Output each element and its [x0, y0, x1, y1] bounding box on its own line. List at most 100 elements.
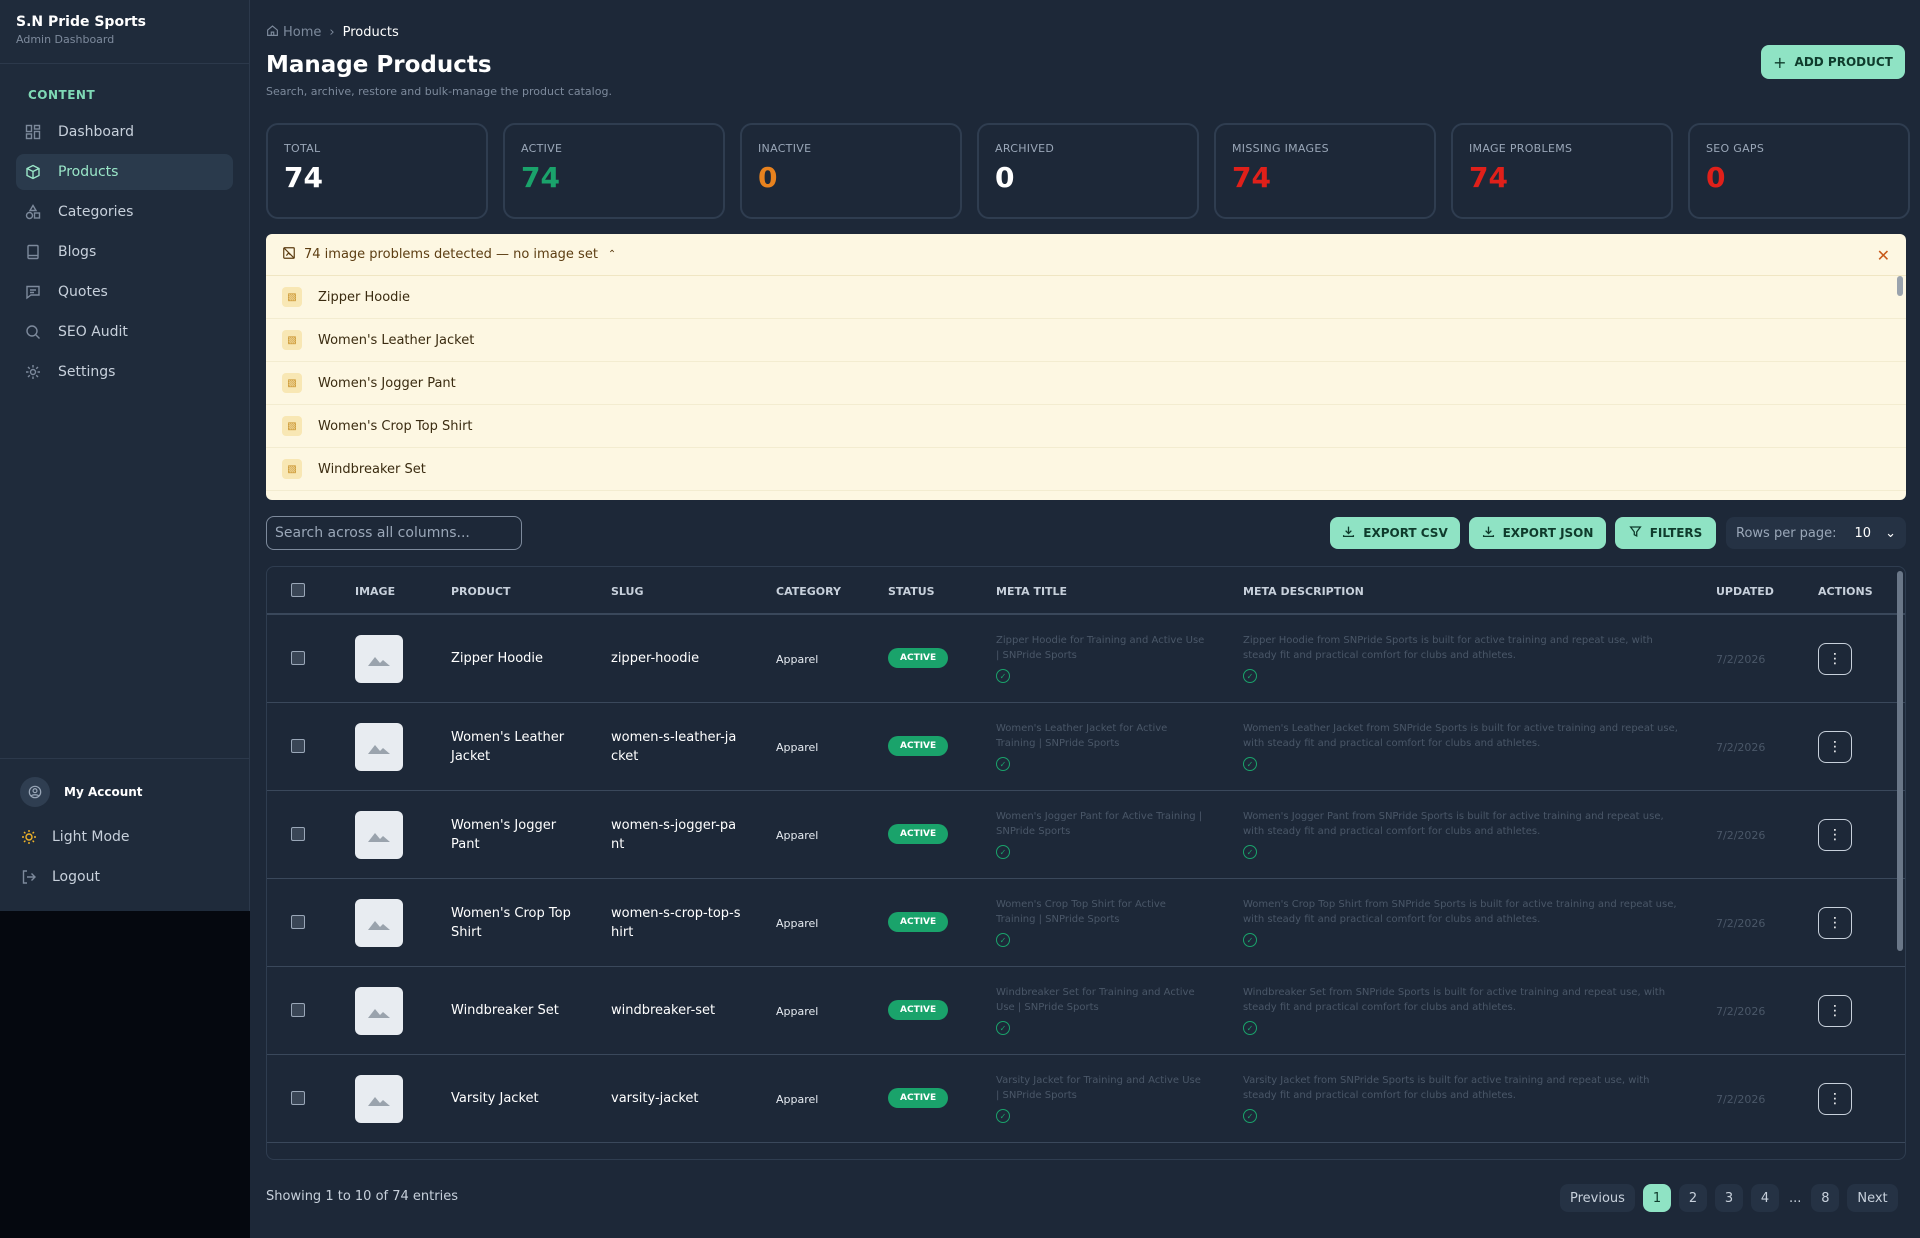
row-actions-button[interactable]: ⋮ — [1818, 995, 1852, 1027]
more-vertical-icon: ⋮ — [1828, 651, 1842, 667]
download-icon — [1342, 525, 1355, 541]
alert-header[interactable]: 74 image problems detected — no image se… — [266, 234, 1906, 276]
header-meta-description[interactable]: META DESCRIPTION — [1243, 585, 1364, 598]
alert-item[interactable]: ▧ Women's Leather Jacket — [266, 319, 1906, 362]
product-slug: women-s-jogger-pant — [611, 817, 737, 853]
meta-title: Windbreaker Set for Training and Active … — [996, 987, 1195, 1013]
pagination-info: Showing 1 to 10 of 74 entries — [266, 1189, 458, 1204]
sidebar-footer: My Account Light Mode Logout — [0, 758, 250, 897]
export-csv-button[interactable]: EXPORT CSV — [1330, 517, 1460, 549]
search-input[interactable] — [266, 516, 522, 550]
sidebar-item-settings[interactable]: Settings — [16, 354, 233, 390]
product-name[interactable]: Windbreaker Set — [451, 967, 581, 1055]
header-status[interactable]: STATUS — [888, 585, 935, 598]
header-category[interactable]: CATEGORY — [776, 585, 841, 598]
alert-item[interactable]: ▧ Zipper Hoodie — [266, 276, 1906, 319]
previous-page-button[interactable]: Previous — [1560, 1184, 1635, 1212]
stat-label: MISSING IMAGES — [1232, 142, 1329, 155]
product-slug: women-s-leather-jacket — [611, 729, 737, 765]
status-badge: ACTIVE — [888, 824, 949, 844]
table-row[interactable]: Women's Crop Top Shirt women-s-crop-top-s… — [267, 879, 1905, 967]
row-checkbox[interactable] — [291, 651, 305, 665]
brand: S.N Pride Sports Admin Dashboard — [0, 0, 249, 64]
stat-total: TOTAL 74 — [266, 123, 488, 219]
stat-label: ARCHIVED — [995, 142, 1055, 155]
header-image: IMAGE — [355, 585, 396, 598]
table-row[interactable]: Women's Leather Jacket women-s-leather-ja… — [267, 703, 1905, 791]
select-all-checkbox[interactable] — [291, 583, 305, 597]
page-button-3[interactable]: 3 — [1714, 1184, 1743, 1212]
stat-inactive: INACTIVE 0 — [740, 123, 962, 219]
row-checkbox[interactable] — [291, 1091, 305, 1105]
table-row[interactable]: Varsity Jacket varsity-jacket Apparel ACTIV… — [267, 1055, 1905, 1143]
export-json-button[interactable]: EXPORT JSON — [1469, 517, 1606, 549]
meta-title: Women's Crop Top Shirt for Active Traini… — [996, 899, 1166, 925]
brand-subtitle: Admin Dashboard — [16, 33, 115, 46]
close-icon[interactable]: ✕ — [1877, 246, 1890, 265]
row-actions-button[interactable]: ⋮ — [1818, 731, 1852, 763]
product-name[interactable]: Women's Leather Jacket — [451, 703, 581, 791]
product-name[interactable]: Women's Jogger Pant — [451, 791, 581, 879]
row-checkbox[interactable] — [291, 739, 305, 753]
sidebar: S.N Pride Sports Admin Dashboard CONTENT… — [0, 0, 250, 911]
sidebar-item-label: Settings — [58, 364, 116, 380]
light-mode-toggle[interactable]: Light Mode — [20, 817, 230, 857]
logout-button[interactable]: Logout — [20, 857, 230, 897]
updated-date: 7/2/2026 — [1716, 829, 1766, 842]
image-off-icon — [282, 246, 296, 264]
check-circle-icon: ✓ — [996, 845, 1010, 859]
sidebar-item-blogs[interactable]: Blogs — [16, 234, 233, 270]
home-icon — [266, 24, 279, 41]
page-button-1[interactable]: 1 — [1642, 1184, 1671, 1212]
meta-description-cell: Women's Jogger Pant from SNPride Sports … — [1243, 809, 1683, 859]
more-vertical-icon: ⋮ — [1828, 827, 1842, 843]
meta-title: Varsity Jacket for Training and Active U… — [996, 1075, 1201, 1101]
header-updated[interactable]: UPDATED — [1716, 585, 1774, 598]
image-placeholder-icon — [355, 899, 403, 947]
image-placeholder-icon — [355, 987, 403, 1035]
table-row[interactable]: Zipper Hoodie zipper-hoodie Apparel ACTIVE Z… — [267, 615, 1905, 703]
table-scrollbar[interactable] — [1897, 571, 1903, 951]
add-product-button[interactable]: + ADD PRODUCT — [1761, 45, 1905, 79]
my-account[interactable]: My Account — [20, 777, 230, 807]
row-checkbox[interactable] — [291, 827, 305, 841]
product-name[interactable]: Women's Crop Top Shirt — [451, 879, 581, 967]
sidebar-item-categories[interactable]: Categories — [16, 194, 233, 230]
row-actions-button[interactable]: ⋮ — [1818, 1083, 1852, 1115]
page-button-4[interactable]: 4 — [1750, 1184, 1779, 1212]
rows-per-page-select[interactable]: Rows per page: 10 ⌄ — [1726, 517, 1906, 549]
sidebar-item-seo-audit[interactable]: SEO Audit — [16, 314, 233, 350]
stat-label: TOTAL — [284, 142, 321, 155]
row-actions-button[interactable]: ⋮ — [1818, 643, 1852, 675]
page-button-2[interactable]: 2 — [1678, 1184, 1707, 1212]
alert-scrollbar[interactable] — [1897, 276, 1903, 296]
meta-description: Zipper Hoodie from SNPride Sports is bui… — [1243, 635, 1653, 661]
header-slug[interactable]: SLUG — [611, 585, 644, 598]
alert-item[interactable]: ▧ Women's Jogger Pant — [266, 362, 1906, 405]
meta-title-cell: Women's Crop Top Shirt for Active Traini… — [996, 897, 1206, 947]
alert-item[interactable]: ▧ Women's Crop Top Shirt — [266, 405, 1906, 448]
row-checkbox[interactable] — [291, 915, 305, 929]
stat-value: 0 — [758, 161, 778, 194]
dashboard-icon — [24, 123, 42, 141]
header-product[interactable]: PRODUCT — [451, 585, 511, 598]
sidebar-item-products[interactable]: Products — [16, 154, 233, 190]
next-page-button[interactable]: Next — [1847, 1184, 1898, 1212]
filters-button[interactable]: FILTERS — [1615, 517, 1716, 549]
sidebar-item-quotes[interactable]: Quotes — [16, 274, 233, 310]
header-meta-title[interactable]: META TITLE — [996, 585, 1067, 598]
page-button-8[interactable]: 8 — [1811, 1184, 1840, 1212]
sidebar-item-dashboard[interactable]: Dashboard — [16, 114, 233, 150]
row-actions-button[interactable]: ⋮ — [1818, 907, 1852, 939]
product-name[interactable]: Zipper Hoodie — [451, 615, 581, 703]
product-name[interactable]: Varsity Jacket — [451, 1055, 581, 1143]
product-category: Apparel — [776, 917, 819, 930]
row-actions-button[interactable]: ⋮ — [1818, 819, 1852, 851]
row-checkbox[interactable] — [291, 1003, 305, 1017]
breadcrumb-home[interactable]: Home — [283, 25, 321, 40]
table-row[interactable]: Windbreaker Set windbreaker-set Apparel ACT… — [267, 967, 1905, 1055]
table-row[interactable]: Women's Jogger Pant women-s-jogger-pant Ap… — [267, 791, 1905, 879]
alert-item[interactable]: ▧ Windbreaker Set — [266, 448, 1906, 491]
check-circle-icon: ✓ — [1243, 1021, 1257, 1035]
more-vertical-icon: ⋮ — [1828, 1091, 1842, 1107]
